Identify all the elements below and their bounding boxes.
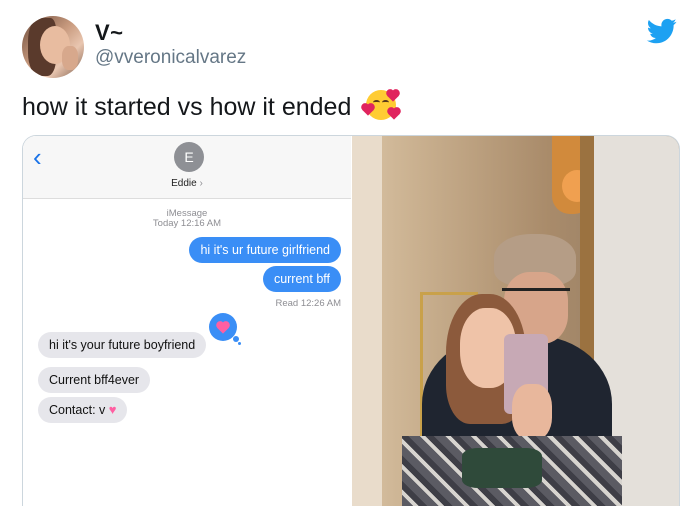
tweet-media[interactable]: ‹ E Eddie › iMessage Today 12:16 AM hi i… — [22, 135, 680, 506]
user-avatar[interactable] — [22, 16, 84, 78]
pink-heart-icon: ♥ — [108, 402, 117, 417]
message-received: hi it's your future boyfriend — [38, 332, 207, 358]
message-received-text: Contact: v — [49, 403, 106, 417]
display-name[interactable]: V~ — [95, 20, 124, 46]
message-sent: current bff — [262, 266, 341, 292]
tweet-text: how it started vs how it ended — [22, 90, 400, 122]
user-handle[interactable]: @vveronicalvarez — [95, 47, 246, 69]
contact-name-text: Eddie — [171, 178, 197, 189]
contact-avatar: E — [174, 142, 204, 172]
tweet-text-content: how it started vs how it ended — [22, 93, 352, 121]
contact-name: Eddie › — [171, 178, 203, 189]
message-received: Current bff4ever — [38, 367, 151, 393]
timestamp: Today 12:16 AM — [152, 218, 222, 229]
read-receipt: Read 12:26 AM — [275, 298, 342, 309]
message-received: Contact: v ♥ — [38, 397, 128, 423]
mirror-selfie-photo — [352, 136, 679, 506]
message-sent: hi it's ur future girlfriend — [189, 237, 341, 263]
chevron-left-icon: ‹ — [33, 142, 42, 172]
smiling-face-with-hearts-icon — [362, 90, 400, 120]
chat-header: ‹ E Eddie › — [23, 136, 351, 199]
imessage-screenshot: ‹ E Eddie › iMessage Today 12:16 AM hi i… — [23, 136, 351, 506]
twitter-bird-icon — [646, 18, 677, 44]
